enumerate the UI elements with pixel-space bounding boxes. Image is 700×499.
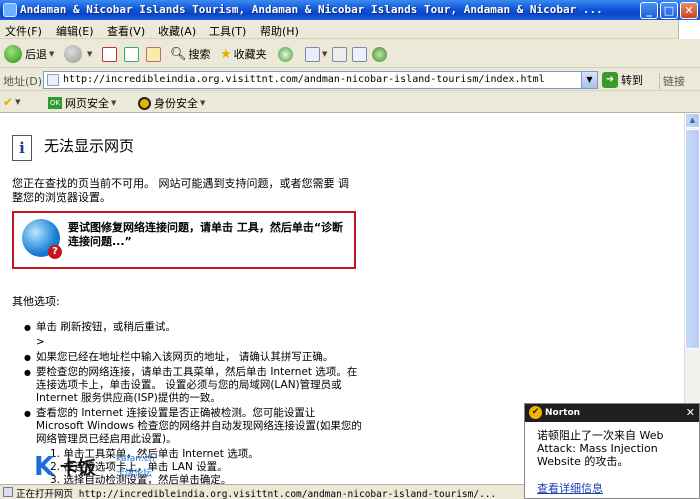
history-icon [278, 46, 293, 62]
norton-popup-header: ✔ Norton ✕ [525, 404, 699, 422]
identity-icon [138, 96, 151, 110]
toolbar: 后退 ▼ ▼ 🔍︎ 搜索 ★ 收藏夹 ▼ [0, 40, 700, 68]
intro-text: 您正在查找的页当前不可用。 网站可能遇到支持问题，或者您需要 调整您的浏览器设置… [12, 177, 349, 204]
address-dropdown-icon[interactable]: ▼ [581, 72, 597, 88]
identity-security-button[interactable]: 身份安全 ▼ [138, 95, 205, 111]
refresh-icon [124, 46, 139, 62]
mail-icon [305, 46, 320, 62]
minimize-button[interactable]: _ [640, 2, 658, 19]
norton-details-link[interactable]: 查看详细信息 [537, 480, 603, 496]
scroll-thumb[interactable] [685, 129, 700, 349]
address-url[interactable]: http://incredibleindia.org.visittnt.com/… [63, 74, 545, 85]
refresh-button[interactable] [124, 44, 139, 64]
option-refresh-text: 单击 刷新按钮，或稍后重试。 [36, 321, 176, 333]
norton-close-button[interactable]: ✕ [686, 406, 695, 419]
goto-button[interactable]: ➜ 转到 [602, 72, 643, 88]
norton-toolbar: ✔ ▼ OK 网页安全 ▼ 身份安全 ▼ [0, 92, 700, 113]
window-title: Andaman & Nicobar Islands Tourism, Andam… [20, 3, 603, 16]
warning-icon: ? [48, 245, 62, 259]
norton-brand: Norton [545, 407, 581, 418]
back-button[interactable]: 后退 ▼ [4, 44, 54, 64]
browser-window: Andaman & Nicobar Islands Tourism, Andam… [0, 0, 700, 499]
web-security-label: 网页安全 [65, 97, 109, 110]
norton-logo: ✔ Norton [529, 406, 580, 419]
home-button[interactable] [146, 44, 161, 64]
goto-label: 转到 [621, 74, 643, 87]
star-icon: ★ [220, 46, 232, 62]
norton-check-button[interactable]: ✔ ▼ [3, 95, 20, 109]
option-check-connection: 要检查您的网络连接，请单击工具菜单，然后单击 Internet 选项。在连接选项… [24, 366, 364, 405]
kafan-watermark: K 卡饭 kafan.cn 卡饭论坛 [34, 452, 184, 482]
diagnose-text[interactable]: 要试图修复网络连接问题，请单击 工具，然后单击“诊断连接问题...” [68, 221, 348, 249]
print-icon [332, 46, 347, 62]
close-button[interactable]: ✕ [680, 2, 698, 19]
norton-check-icon: ✔ [529, 406, 542, 419]
menu-file[interactable]: 文件(F) [5, 23, 42, 39]
favorites-label: 收藏夹 [233, 48, 267, 61]
norton-message: 诺顿阻止了一次来自 Web Attack: Mass Injection Web… [537, 429, 664, 468]
back-label: 后退 [25, 48, 47, 61]
kafan-logo-icon: K [34, 452, 55, 482]
forward-button[interactable]: ▼ [64, 44, 92, 64]
edit-icon [352, 46, 367, 62]
search-button[interactable]: 🔍︎ 搜索 [170, 44, 211, 64]
ok-shield-icon: OK [48, 97, 62, 109]
goto-arrow-icon: ➜ [602, 72, 618, 88]
watermark-url: kafan.cn [116, 454, 155, 464]
search-icon: 🔍︎ [170, 46, 187, 62]
search-label: 搜索 [188, 48, 211, 61]
messenger-icon [372, 46, 387, 62]
messenger-button[interactable] [372, 44, 390, 64]
edit-button[interactable] [352, 44, 367, 64]
maximize-button[interactable]: □ [660, 2, 678, 19]
menu-favorites[interactable]: 收藏(A) [158, 23, 196, 39]
address-bar: 地址(D) http://incredibleindia.org.visittn… [0, 69, 700, 91]
scroll-up-icon[interactable]: ▲ [685, 113, 700, 128]
stop-icon [102, 46, 117, 62]
identity-security-label: 身份安全 [154, 97, 198, 110]
back-arrow-icon [4, 45, 22, 63]
menu-tools[interactable]: 工具(T) [209, 23, 246, 39]
forward-arrow-icon [64, 45, 82, 63]
watermark-forum: 卡饭论坛 [116, 469, 153, 479]
stop-button[interactable] [102, 44, 117, 64]
print-button[interactable] [332, 44, 347, 64]
title-bar[interactable]: Andaman & Nicobar Islands Tourism, Andam… [0, 0, 700, 20]
address-input[interactable]: http://incredibleindia.org.visittnt.com/… [43, 71, 598, 89]
watermark-name: 卡饭 [60, 458, 96, 479]
links-button[interactable]: 链接 [659, 73, 685, 89]
menu-help[interactable]: 帮助(H) [260, 23, 299, 39]
web-security-button[interactable]: OK 网页安全 ▼ [48, 95, 116, 111]
option-expand[interactable]: > [24, 336, 364, 349]
favorites-button[interactable]: ★ 收藏夹 [220, 44, 267, 64]
page-title: 无法显示网页 [44, 137, 135, 155]
windows-logo-icon [678, 20, 700, 39]
diagnose-box: ? 要试图修复网络连接问题，请单击 工具，然后单击“诊断连接问题...” [12, 211, 356, 269]
address-label: 地址(D) [3, 75, 43, 88]
menu-bar: 文件(F) 编辑(E) 查看(V) 收藏(A) 工具(T) 帮助(H) [0, 20, 700, 39]
mail-button[interactable]: ▼ [305, 44, 327, 64]
history-button[interactable] [278, 44, 296, 64]
other-options-label: 其他选项: [12, 295, 60, 308]
menu-edit[interactable]: 编辑(E) [56, 23, 94, 39]
norton-popup: ✔ Norton ✕ 诺顿阻止了一次来自 Web Attack: Mass In… [524, 403, 700, 499]
option-check-spelling: 如果您已经在地址栏中输入该网页的地址， 请确认其拼写正确。 [24, 351, 364, 364]
home-icon [146, 46, 161, 62]
option-refresh: 单击 刷新按钮，或稍后重试。 [24, 321, 364, 334]
check-icon: ✔ [3, 95, 14, 109]
status-text: 正在打开网页 http://incredibleindia.org.visitt… [16, 489, 497, 499]
status-page-icon [3, 487, 13, 497]
ie-icon [3, 3, 17, 17]
page-favicon-icon [47, 74, 59, 86]
menu-view[interactable]: 查看(V) [107, 23, 145, 39]
option-check-settings: 查看您的 Internet 连接设置是否正确被检测。您可能设置让 Microso… [24, 407, 364, 446]
info-icon: i [12, 135, 32, 161]
